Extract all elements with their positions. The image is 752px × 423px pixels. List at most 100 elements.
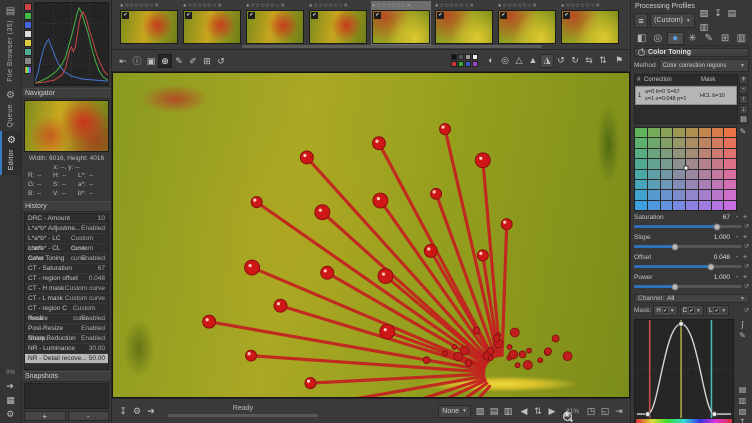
trash-icon[interactable]: ✕ (469, 2, 474, 10)
color-grid-cell[interactable] (648, 180, 660, 189)
histogram-chroma-toggle[interactable] (24, 39, 32, 47)
color-label-icon[interactable]: ● (309, 2, 312, 10)
trash-icon[interactable]: ✕ (595, 2, 600, 10)
fullscreen-icon[interactable]: ◱ (598, 404, 612, 418)
history-row[interactable]: L*a*b* - LC curveCustom curve (25, 234, 108, 244)
next-image-icon[interactable]: ▶ (545, 404, 559, 418)
tab-locallab[interactable]: ✎ (701, 32, 716, 45)
color-grid-cell[interactable] (635, 190, 647, 199)
preferences-icon[interactable]: ⚙ (6, 409, 15, 420)
color-grid-cell[interactable] (712, 190, 724, 199)
bg-color-swatch[interactable] (451, 61, 457, 67)
color-grid-cell[interactable] (648, 201, 660, 210)
straighten-icon[interactable]: ✎ (172, 54, 186, 68)
color-grid-cell[interactable] (712, 170, 724, 179)
rating-stars[interactable]: ☆☆☆☆☆ (313, 2, 338, 10)
rating-stars[interactable]: ☆☆☆☆☆ (502, 2, 527, 10)
prev-image-icon[interactable]: ◀ (517, 404, 531, 418)
color-grid-cell[interactable] (699, 138, 711, 147)
unrank-icon[interactable]: ○ (465, 2, 468, 10)
color-grid-cell[interactable] (686, 128, 698, 137)
color-grid-cell[interactable] (699, 170, 711, 179)
slider-increment-button[interactable]: + (741, 274, 749, 281)
save-image-icon[interactable]: ↧ (116, 404, 130, 418)
curve-save-icon[interactable]: ↧ (739, 418, 746, 423)
trash-icon[interactable]: ✕ (343, 2, 348, 10)
history-row[interactable]: NR - Detail recove...50.00 (25, 354, 108, 364)
filmstrip-scrollbar[interactable] (242, 45, 542, 48)
copy-profile-icon[interactable]: ▤ (725, 7, 739, 21)
history-row[interactable]: NR - Luminance30.00 (25, 344, 108, 354)
unrank-icon[interactable]: ○ (339, 2, 342, 10)
color-grid-cell[interactable] (661, 201, 673, 210)
power-toggle-icon[interactable] (638, 49, 645, 56)
color-grid-cell[interactable] (673, 180, 685, 189)
history-row[interactable]: CT - L maskCustom curve (25, 294, 108, 304)
unrank-icon[interactable]: ○ (213, 2, 216, 10)
color-grid-cell[interactable] (661, 138, 673, 147)
history-row[interactable]: DRC - Amount10 (25, 214, 108, 224)
slider-decrement-button[interactable]: - (733, 254, 741, 261)
gamut-check-icon[interactable]: ◎ (498, 54, 512, 68)
filmstrip-thumbnail[interactable]: ●☆☆☆☆☆○✕✔ (434, 1, 494, 45)
histogram-green-toggle[interactable] (24, 12, 32, 20)
color-grid-cell[interactable] (648, 170, 660, 179)
navigator-thumbnail[interactable] (24, 100, 109, 152)
mask-toggle-h[interactable]: H✔▼ (653, 305, 677, 316)
color-grid-cell[interactable] (661, 159, 673, 168)
color-grid-cell[interactable] (635, 170, 647, 179)
unrank-icon[interactable]: ○ (276, 2, 279, 10)
filmstrip-thumbnail[interactable]: ●☆☆☆☆☆○✕✔ (497, 1, 557, 45)
unrank-icon[interactable]: ○ (591, 2, 594, 10)
remove-snapshot-button[interactable]: - (68, 411, 110, 421)
color-label-icon[interactable]: ● (246, 2, 249, 10)
color-grid-cell[interactable] (699, 180, 711, 189)
image-canvas[interactable] (112, 72, 630, 398)
color-grid-cell[interactable] (661, 190, 673, 199)
rating-stars[interactable]: ☆☆☆☆☆ (439, 2, 464, 10)
slider-thumb[interactable] (672, 243, 679, 250)
move-region-down-icon[interactable]: ↓ (739, 105, 748, 114)
slider-thumb[interactable] (672, 283, 679, 290)
color-grid-cell[interactable] (673, 128, 685, 137)
sort-icon[interactable]: ⇅ (531, 404, 545, 418)
color-grid-cell[interactable] (648, 128, 660, 137)
color-grid-cell[interactable] (686, 180, 698, 189)
color-grid-cell[interactable] (661, 170, 673, 179)
snapshots-list[interactable] (24, 383, 109, 409)
unrank-icon[interactable]: ○ (528, 2, 531, 10)
color-grid-cell[interactable] (673, 201, 685, 210)
profile-quick-select[interactable]: None ▼ (438, 405, 471, 418)
color-grid-cell[interactable] (712, 201, 724, 210)
unrank-icon[interactable]: ○ (402, 2, 405, 10)
profile-menu-icon[interactable]: ≡ (634, 13, 648, 28)
flip-vertical-icon[interactable]: ⇅ (596, 54, 610, 68)
soft-proof-icon[interactable]: ◐ (484, 53, 498, 67)
color-grid-cell[interactable] (648, 149, 660, 158)
slider-reset-icon[interactable]: ↺ (744, 243, 749, 250)
color-grid-cell[interactable] (712, 149, 724, 158)
rotate-icon[interactable]: ↺ (214, 54, 228, 68)
queue-add-icon[interactable]: ➔ (144, 404, 158, 418)
histogram-bar-toggle[interactable] (24, 57, 32, 65)
color-grid-cell[interactable] (686, 201, 698, 210)
profile-select[interactable]: (Custom) ▼ (650, 13, 695, 28)
toggle-filmstrip-icon[interactable]: ➔ (6, 381, 15, 392)
filmstrip-thumbnail[interactable]: ●☆☆☆☆☆○✕✔ (245, 1, 305, 45)
color-grid-cell[interactable] (724, 180, 736, 189)
slider-track[interactable] (634, 285, 742, 288)
histogram-raw-toggle[interactable] (24, 48, 32, 56)
grid-marker[interactable] (683, 166, 688, 171)
slider-thumb[interactable] (707, 263, 714, 270)
color-grid-cell[interactable] (635, 149, 647, 158)
histogram-red-toggle[interactable] (24, 3, 32, 11)
rating-stars[interactable]: ☆☆☆☆☆ (250, 2, 275, 10)
color-grid-cell[interactable] (635, 138, 647, 147)
trash-icon[interactable]: ✕ (532, 2, 537, 10)
trash-icon[interactable]: ✕ (217, 2, 222, 10)
curve-editor[interactable] (634, 319, 734, 423)
color-grid-cell[interactable] (724, 201, 736, 210)
slider-increment-button[interactable]: + (741, 254, 749, 261)
curve-paste-icon[interactable]: ▥ (739, 396, 747, 405)
color-label-icon[interactable]: ● (435, 2, 438, 10)
